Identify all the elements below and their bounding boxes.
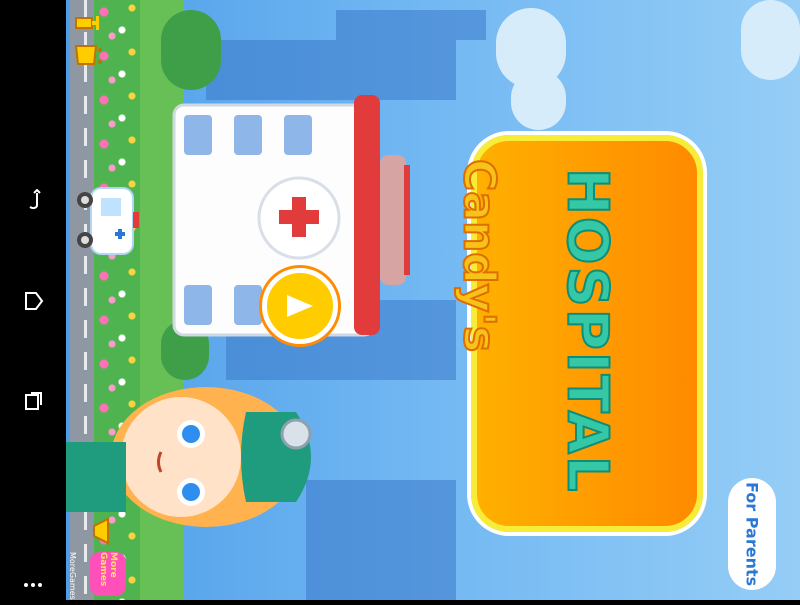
shopping-cart-icon[interactable] xyxy=(72,42,102,72)
top-icon-strip xyxy=(66,0,132,90)
home-icon xyxy=(25,292,44,310)
menu-dots-icon xyxy=(24,583,42,587)
city-building xyxy=(306,480,456,600)
play-button[interactable] xyxy=(262,268,338,344)
cloud xyxy=(511,70,566,130)
title-card: Candy's HOSPITAL xyxy=(453,135,703,532)
title-top-text: Candy's xyxy=(453,158,506,353)
more-games-label: More Games xyxy=(98,552,118,587)
city-building xyxy=(206,40,456,100)
megaphone-icon[interactable] xyxy=(88,516,118,546)
trophy-icon[interactable] xyxy=(72,8,102,38)
for-parents-button[interactable]: For Parents xyxy=(728,478,776,590)
menu-button[interactable] xyxy=(13,565,53,605)
back-button[interactable] xyxy=(13,180,53,220)
system-navigation-bar xyxy=(0,0,66,600)
more-games-caption: MoreGames xyxy=(68,552,77,600)
home-button[interactable] xyxy=(13,281,53,321)
title-candys: Candy's xyxy=(449,111,509,401)
recent-apps-icon xyxy=(25,392,42,410)
city-building xyxy=(336,10,486,40)
for-parents-label: For Parents xyxy=(742,481,762,587)
title-hospital: HOSPITAL xyxy=(547,161,627,501)
recent-apps-button[interactable] xyxy=(13,382,53,422)
play-icon xyxy=(287,295,313,317)
title-main-text: HOSPITAL xyxy=(554,167,621,495)
ambulance xyxy=(77,187,139,255)
bush xyxy=(161,10,221,90)
game-screen: Candy's HOSPITAL More Games MoreGames Fo… xyxy=(66,0,800,600)
more-games-button[interactable]: More Games xyxy=(90,552,126,596)
back-icon xyxy=(29,189,41,210)
cloud xyxy=(741,0,800,80)
